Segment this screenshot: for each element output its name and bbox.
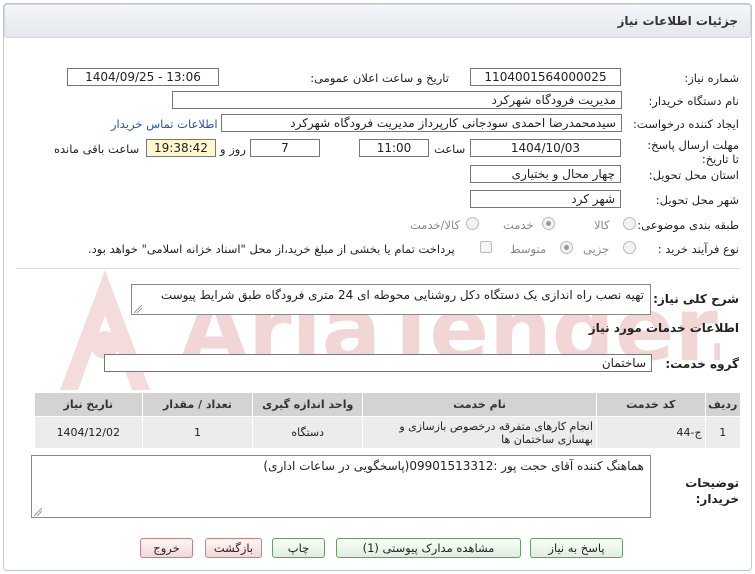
buyer-org-label: نام دستگاه خریدار:: [648, 94, 739, 108]
category-option-goods-service: کالا/خدمت: [410, 218, 461, 232]
purchase-option-minor: جزیی: [583, 242, 610, 256]
category-radio-service[interactable]: [542, 217, 555, 230]
need-number-value: 1104001564000025: [470, 68, 621, 86]
treasury-payment-checkbox[interactable]: [480, 241, 492, 253]
view-attachments-button[interactable]: مشاهده مدارک پیوستی (1): [336, 538, 521, 558]
purchase-type-label: نوع فرآیند خرید :: [657, 242, 739, 256]
category-label: طبقه بندی موضوعی:: [637, 218, 739, 232]
print-button[interactable]: چاپ: [272, 538, 325, 558]
cell-unit: دستگاه: [252, 416, 364, 449]
panel-header: جزئیات اطلاعات نیاز: [4, 4, 751, 38]
col-header-service-code: کد خدمت: [595, 392, 706, 417]
description-textarea[interactable]: تهیه نصب راه اندازی یک دستگاه دکل روشنای…: [131, 284, 651, 315]
city-value: شهر کرد: [470, 190, 621, 208]
requester-value: سیدمحمدرضا احمدی سودجانی کارپرداز مدیریت…: [221, 114, 622, 132]
purchase-radio-minor[interactable]: [623, 241, 636, 254]
time-remaining: 19:38:42: [146, 139, 216, 157]
buyer-notes-text: هماهنگ کننده آقای حجت پور :09901513312(پ…: [263, 459, 644, 473]
col-header-need-date: تاریخ نیاز: [34, 392, 143, 417]
requester-label: ایجاد کننده درخواست:: [633, 117, 739, 131]
category-option-goods: کالا: [594, 218, 610, 232]
deadline-time-label: ساعت: [434, 142, 466, 156]
description-label: شرح کلی نیاز:: [653, 292, 739, 306]
service-group-value: ساختمان: [104, 354, 652, 372]
resize-handle-icon[interactable]: [134, 305, 142, 313]
need-number-label: شماره نیاز:: [684, 71, 739, 85]
services-section-title: اطلاعات خدمات مورد نیاز: [588, 321, 739, 335]
resize-handle-icon[interactable]: [34, 508, 42, 516]
description-text: تهیه نصب راه اندازی یک دستگاه دکل روشنای…: [160, 288, 644, 302]
announce-datetime-label: تاریخ و ساعت اعلان عمومی:: [310, 71, 449, 85]
purchase-radio-medium[interactable]: [560, 241, 573, 254]
cell-need-date: 1404/12/02: [34, 416, 143, 449]
buyer-org-value: مدیریت فرودگاه شهرکرد: [172, 91, 622, 109]
cell-row-number: 1: [704, 416, 742, 449]
city-label: شهر محل تحویل:: [655, 193, 739, 207]
announce-datetime-value: 1404/09/25 - 13:06: [67, 68, 219, 86]
cell-service-code: ج-44: [595, 416, 706, 449]
cell-quantity: 1: [141, 416, 254, 449]
deadline-date: 1404/10/03: [470, 139, 621, 157]
category-radio-goods[interactable]: [623, 217, 636, 230]
reply-button[interactable]: پاسخ به نیاز: [530, 538, 623, 558]
cell-service-name: انجام کارهای متفرقه درخصوص بازسازی و بهس…: [362, 416, 597, 449]
buyer-contact-link[interactable]: اطلاعات تماس خریدار: [111, 117, 218, 131]
col-header-quantity: تعداد / مقدار: [141, 392, 254, 417]
col-header-unit: واحد اندازه گیری: [252, 392, 364, 417]
service-group-label: گروه خدمت:: [665, 357, 739, 371]
deadline-label: مهلت ارسال پاسخ: تا تاریخ:: [647, 138, 739, 166]
category-radio-goods-service[interactable]: [466, 217, 479, 230]
table-header-row: ردیف کد خدمت نام خدمت واحد اندازه گیری ت…: [34, 392, 742, 417]
days-label: روز و: [220, 142, 246, 156]
treasury-payment-note: پرداخت تمام یا بخشی از مبلغ خرید،از محل …: [88, 242, 455, 256]
back-button[interactable]: بازگشت: [205, 538, 262, 558]
purchase-option-medium: متوسط: [510, 242, 547, 256]
table-row: 1 ج-44 انجام کارهای متفرقه درخصوص بازساز…: [34, 416, 742, 449]
col-header-service-name: نام خدمت: [362, 392, 597, 417]
section-divider: [16, 268, 740, 269]
buyer-notes-label: توضیحات خریدار:: [685, 476, 739, 506]
col-header-row-number: ردیف: [704, 392, 742, 417]
services-table: ردیف کد خدمت نام خدمت واحد اندازه گیری ت…: [34, 392, 742, 449]
buyer-notes-textarea[interactable]: هماهنگ کننده آقای حجت پور :09901513312(پ…: [31, 455, 651, 518]
page-title: جزئیات اطلاعات نیاز: [617, 14, 738, 28]
category-option-service: خدمت: [503, 218, 534, 232]
province-value: چهار محال و بختیاری: [470, 165, 621, 183]
exit-button[interactable]: خروج: [140, 538, 193, 558]
time-remaining-label: ساعت باقی مانده: [54, 142, 140, 156]
province-label: استان محل تحویل:: [648, 168, 739, 182]
deadline-time: 11:00: [359, 139, 429, 157]
days-remaining: 7: [250, 139, 320, 157]
